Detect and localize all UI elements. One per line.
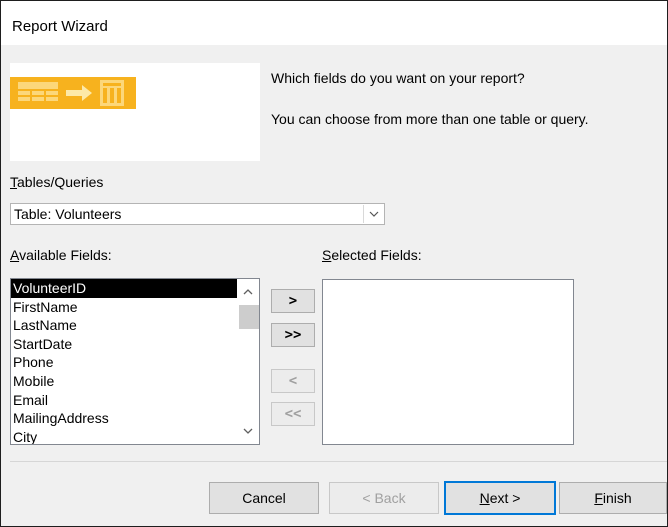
cancel-button[interactable]: Cancel [209, 482, 319, 514]
scrollbar-thumb[interactable] [239, 305, 259, 329]
scroll-down-icon[interactable] [237, 422, 259, 440]
scroll-up-icon[interactable] [237, 283, 259, 301]
prompt-fields: Which fields do you want on your report? [271, 70, 525, 86]
available-fields-label: Available Fields: [10, 247, 112, 263]
tables-queries-combobox[interactable]: Table: Volunteers [10, 203, 385, 225]
available-field-item[interactable]: StartDate [11, 335, 237, 354]
footer-separator [10, 461, 667, 462]
tables-queries-label: Tables/Queries [10, 174, 104, 190]
next-button[interactable]: Next > [444, 481, 556, 515]
tables-queries-value: Table: Volunteers [14, 206, 122, 222]
report-wizard-window: Report Wizard Which fields do you want o… [0, 0, 668, 527]
available-field-item[interactable]: MailingAddress [11, 409, 237, 428]
remove-field-button[interactable]: < [271, 369, 315, 393]
available-fields-scrollbar[interactable] [237, 279, 259, 444]
selected-fields-label: Selected Fields: [322, 247, 422, 263]
back-button[interactable]: < Back [329, 482, 439, 514]
remove-all-fields-button[interactable]: << [271, 402, 315, 426]
dropdown-chevron-icon[interactable] [363, 205, 383, 223]
available-field-item[interactable]: LastName [11, 316, 237, 335]
window-title: Report Wizard [12, 18, 108, 35]
prompt-tables: You can choose from more than one table … [271, 111, 589, 127]
available-field-item[interactable]: Phone [11, 353, 237, 372]
available-fields-listbox[interactable]: VolunteerID FirstName LastName StartDate Pho… [10, 278, 260, 445]
available-field-item[interactable]: FirstName [11, 298, 237, 317]
title-bar: Report Wizard [1, 1, 667, 45]
report-wizard-graphic-icon [10, 77, 136, 109]
add-field-button[interactable]: > [271, 289, 315, 313]
add-all-fields-button[interactable]: >> [271, 323, 315, 347]
finish-button[interactable]: Finish [559, 482, 667, 514]
available-field-item[interactable]: Mobile [11, 372, 237, 391]
wizard-graphic-panel [10, 63, 260, 161]
available-field-item[interactable]: City [11, 428, 237, 444]
available-field-item[interactable]: VolunteerID [11, 279, 237, 298]
available-field-item[interactable]: Email [11, 391, 237, 410]
selected-fields-listbox[interactable] [322, 279, 574, 445]
available-fields-items: VolunteerID FirstName LastName StartDate Pho… [11, 279, 237, 444]
